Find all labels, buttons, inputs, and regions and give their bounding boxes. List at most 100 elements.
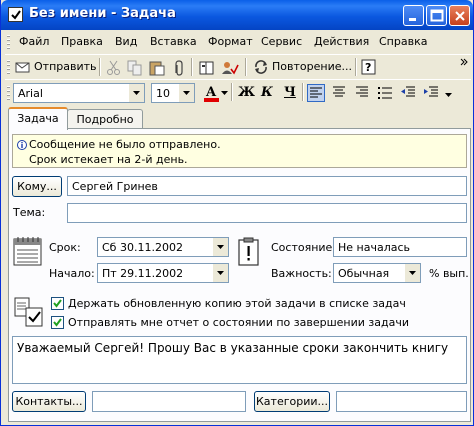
- maximize-icon: [430, 9, 444, 22]
- decrease-indent-button[interactable]: [400, 84, 418, 102]
- address-book-icon[interactable]: [199, 60, 215, 76]
- categories-button-label: Категории...: [255, 395, 328, 408]
- bullets-icon: [378, 87, 392, 99]
- tab-details[interactable]: Подробно: [67, 109, 143, 129]
- chevron-down-icon[interactable]: [213, 238, 228, 256]
- recurrence-button[interactable]: Повторение...: [253, 58, 352, 76]
- toolbar-grip[interactable]: [7, 60, 10, 74]
- priority-select[interactable]: Обычная: [333, 263, 421, 283]
- italic-button[interactable]: К: [261, 85, 273, 100]
- menu-tools[interactable]: Сервис: [261, 35, 302, 48]
- help-icon[interactable]: ?: [361, 59, 377, 76]
- font-size-select[interactable]: 10: [151, 83, 195, 103]
- bold-button[interactable]: Ж: [238, 85, 255, 100]
- send-report-checkbox[interactable]: [51, 316, 64, 329]
- priority-label: Важность:: [271, 267, 332, 280]
- to-button[interactable]: Кому...: [12, 176, 62, 197]
- decrease-indent-icon: [401, 86, 415, 97]
- minimize-button[interactable]: [403, 5, 424, 26]
- bullets-button[interactable]: [377, 84, 395, 102]
- send-report-label: Отправлять мне отчет о состоянии по заве…: [68, 316, 409, 329]
- close-icon: [455, 11, 465, 21]
- cut-icon[interactable]: [106, 60, 122, 76]
- task-window: Без имени - Задача Файл Правка Вид Встав…: [0, 0, 474, 426]
- contacts-field[interactable]: [92, 391, 246, 412]
- menu-file[interactable]: Файл: [19, 35, 49, 48]
- due-date-select[interactable]: Сб 30.11.2002: [97, 237, 229, 257]
- due-label: Срок:: [49, 241, 81, 254]
- start-date-select[interactable]: Пт 29.11.2002: [97, 263, 229, 283]
- increase-indent-button[interactable]: [423, 84, 441, 102]
- subject-field[interactable]: [67, 203, 467, 223]
- menu-insert[interactable]: Вставка: [150, 35, 197, 48]
- toolbar-overflow-icon[interactable]: [460, 58, 468, 72]
- keep-copy-checkbox[interactable]: [51, 297, 64, 310]
- info-line-2: Срок истекает на 2-й день.: [29, 153, 188, 166]
- toolbar-separator: [231, 83, 233, 101]
- align-right-button[interactable]: [354, 84, 372, 102]
- toolbar-separator: [99, 58, 101, 76]
- align-left-icon: [310, 87, 322, 98]
- paste-icon[interactable]: [149, 60, 165, 76]
- to-button-label: Кому...: [17, 180, 57, 193]
- menu-help[interactable]: Справка: [379, 35, 427, 48]
- percent-complete-label: % вып.: [429, 267, 469, 280]
- tab-strip: Задача Подробно: [1, 107, 474, 130]
- attach-icon[interactable]: [171, 60, 187, 76]
- menu-view[interactable]: Вид: [115, 35, 137, 48]
- checkmark-icon: [53, 318, 62, 327]
- chevron-down-icon[interactable]: [129, 84, 144, 102]
- maximize-button[interactable]: [426, 5, 447, 26]
- tab-task[interactable]: Задача: [8, 107, 68, 130]
- chevron-down-icon[interactable]: [179, 84, 194, 102]
- chevron-down-icon[interactable]: [221, 91, 228, 95]
- svg-text:?: ?: [365, 61, 371, 74]
- menubar-grip[interactable]: [7, 35, 10, 49]
- menu-actions[interactable]: Действия: [314, 35, 369, 48]
- increase-indent-icon: [424, 86, 438, 97]
- font-select[interactable]: Arial: [13, 83, 145, 103]
- toolbar-separator: [191, 58, 193, 76]
- task-body-editor[interactable]: Уважаемый Сергей! Прошу Вас в указанные …: [12, 336, 467, 384]
- to-field[interactable]: Сергей Гринев: [67, 176, 467, 196]
- categories-field[interactable]: [336, 391, 467, 412]
- title-bar[interactable]: Без имени - Задача: [1, 0, 473, 30]
- chevron-down-icon[interactable]: [405, 264, 420, 282]
- menu-format[interactable]: Формат: [208, 35, 253, 48]
- contacts-button[interactable]: Контакты...: [12, 391, 86, 412]
- font-value: Arial: [18, 87, 43, 100]
- keep-copy-label: Держать обновленную копию этой задачи в …: [68, 297, 406, 310]
- menu-edit[interactable]: Правка: [61, 35, 103, 48]
- minimize-icon: [409, 18, 416, 21]
- chevron-down-icon[interactable]: [445, 93, 452, 97]
- underline-button[interactable]: Ч: [284, 85, 296, 100]
- send-icon: [15, 62, 30, 73]
- standard-toolbar: Отправить Повторение... ?: [5, 54, 471, 78]
- recurrence-label: Повторение...: [272, 60, 352, 73]
- status-select[interactable]: Не началась: [333, 237, 467, 257]
- font-color-icon[interactable]: A: [203, 84, 221, 103]
- formatting-toolbar: Arial 10 A Ж К Ч: [5, 79, 471, 105]
- chevron-down-icon[interactable]: [213, 264, 228, 282]
- check-names-icon[interactable]: [221, 60, 239, 76]
- calendar-icon: [13, 237, 42, 266]
- align-center-button[interactable]: [331, 84, 349, 102]
- info-icon: [17, 140, 27, 150]
- tab-task-label: Задача: [17, 112, 59, 125]
- start-label: Начало:: [49, 267, 95, 280]
- info-line-1: Сообщение не было отправлено.: [29, 138, 221, 151]
- align-left-button[interactable]: [307, 84, 325, 102]
- priority-value: Обычная: [338, 267, 390, 280]
- align-right-icon: [356, 86, 368, 97]
- menu-bar: Файл Правка Вид Вставка Формат Сервис Де…: [5, 31, 471, 53]
- close-button[interactable]: [449, 5, 470, 26]
- send-button[interactable]: Отправить: [15, 58, 97, 76]
- formatbar-grip[interactable]: [7, 86, 10, 100]
- recurrence-icon: [255, 60, 267, 74]
- task-icon: [8, 7, 23, 22]
- task-assignment-icon: [14, 297, 43, 327]
- copy-icon[interactable]: [127, 60, 143, 76]
- start-value: Пт 29.11.2002: [102, 267, 184, 280]
- info-bar: Сообщение не было отправлено. Срок истек…: [12, 134, 467, 168]
- categories-button[interactable]: Категории...: [254, 391, 330, 412]
